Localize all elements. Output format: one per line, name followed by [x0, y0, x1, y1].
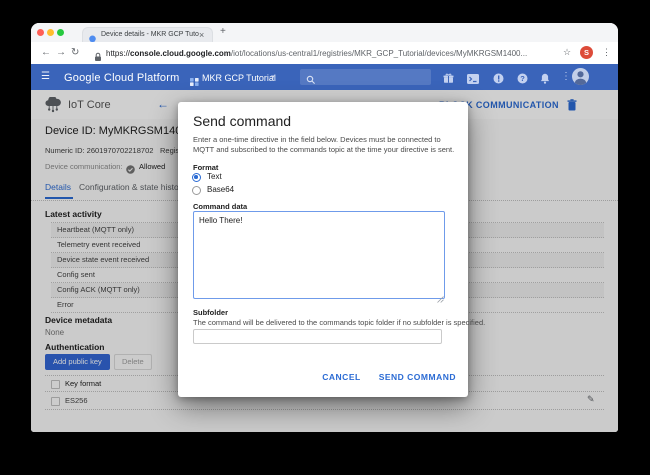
- feedback-icon[interactable]: [491, 71, 505, 89]
- chevron-down-icon[interactable]: ▾: [271, 73, 275, 81]
- subfolder-label: Subfolder: [193, 308, 228, 317]
- back-nav-icon[interactable]: ←: [41, 47, 51, 58]
- format-radio-base64[interactable]: [192, 186, 201, 195]
- gcp-brand[interactable]: Google Cloud Platform: [64, 72, 179, 84]
- send-command-button[interactable]: SEND COMMAND: [379, 372, 456, 382]
- format-option-base64-label[interactable]: Base64: [207, 185, 234, 194]
- notifications-bell-icon[interactable]: [538, 71, 552, 89]
- subfolder-input[interactable]: [193, 329, 442, 344]
- reload-icon[interactable]: ↻: [71, 47, 79, 58]
- subfolder-hint: The command will be delivered to the com…: [193, 318, 485, 328]
- textarea-resize-handle[interactable]: [437, 290, 444, 308]
- new-tab-button[interactable]: +: [220, 26, 226, 37]
- zoom-window-button[interactable]: [57, 29, 64, 36]
- tab-close-icon[interactable]: ×: [199, 30, 204, 40]
- close-window-button[interactable]: [37, 29, 44, 36]
- command-data-label: Command data: [193, 202, 247, 211]
- address-field[interactable]: https://console.cloud.google.com/iot/loc…: [106, 49, 527, 58]
- dialog-description: Enter a one-time directive in the field …: [193, 135, 457, 154]
- forward-nav-icon[interactable]: →: [56, 47, 66, 58]
- bookmark-star-icon[interactable]: ☆: [563, 47, 571, 58]
- project-selector[interactable]: MKR GCP Tutorial: [202, 73, 276, 83]
- project-icon: [190, 73, 199, 91]
- url-bar: ← → ↻ https://console.cloud.google.com/i…: [31, 42, 618, 65]
- tab-title: Device details - MKR GCP Tuto: [101, 31, 199, 38]
- send-command-dialog: Send command Enter a one-time directive …: [178, 102, 468, 397]
- format-radio-text[interactable]: [192, 173, 201, 182]
- dialog-title: Send command: [193, 113, 291, 129]
- command-data-textarea[interactable]: Hello There!: [193, 211, 445, 299]
- search-icon: [306, 72, 316, 90]
- minimize-window-button[interactable]: [47, 29, 54, 36]
- account-avatar[interactable]: [572, 68, 589, 85]
- cloud-shell-icon[interactable]: [466, 71, 480, 89]
- url-scheme: https://: [106, 49, 130, 58]
- screenshot-stage: Device details - MKR GCP Tuto × + ← → ↻ …: [0, 0, 650, 475]
- gcp-header: ☰ Google Cloud Platform MKR GCP Tutorial…: [31, 64, 618, 90]
- browser-profile-avatar[interactable]: S: [580, 46, 593, 59]
- hamburger-menu-icon[interactable]: ☰: [41, 71, 50, 82]
- browser-menu-icon[interactable]: ⋮: [602, 47, 611, 58]
- help-icon[interactable]: ?: [515, 71, 529, 89]
- search-input[interactable]: [300, 69, 431, 85]
- cancel-button[interactable]: CANCEL: [322, 372, 360, 382]
- browser-tab[interactable]: Device details - MKR GCP Tuto ×: [82, 27, 213, 43]
- format-label: Format: [193, 163, 218, 172]
- url-path: /iot/locations/us-central1/registries/MK…: [231, 49, 527, 58]
- gift-icon[interactable]: [441, 71, 455, 89]
- format-option-text-label[interactable]: Text: [207, 172, 222, 181]
- dialog-actions: CANCEL SEND COMMAND: [322, 372, 456, 382]
- tab-strip: Device details - MKR GCP Tuto × +: [31, 23, 618, 42]
- url-domain: console.cloud.google.com: [130, 49, 231, 58]
- browser-window: Device details - MKR GCP Tuto × + ← → ↻ …: [31, 23, 618, 432]
- svg-text:?: ?: [520, 74, 525, 83]
- header-overflow-icon[interactable]: ⋮: [559, 71, 573, 82]
